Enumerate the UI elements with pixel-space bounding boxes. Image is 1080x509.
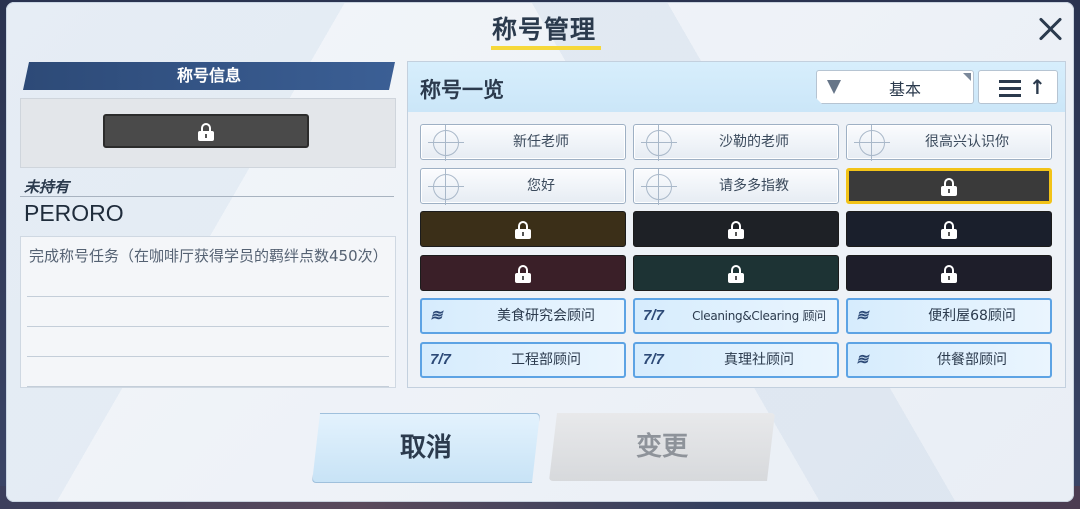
lock-icon — [198, 123, 214, 141]
title-item-label: 新任老师 — [513, 134, 569, 150]
lock-icon — [728, 221, 744, 239]
title-item[interactable]: ≋ 美食研究会顾问 — [420, 298, 626, 334]
title-item-label: 请多多指教 — [719, 177, 789, 194]
title-item[interactable]: ≋ 便利屋68顾问 — [846, 298, 1052, 334]
title-item-label: 供餐部顾问 — [937, 351, 1007, 368]
lock-icon — [728, 264, 744, 283]
lock-icon — [941, 177, 957, 196]
title-info-header: 称号信息 — [23, 62, 395, 90]
title-description: 完成称号任务（在咖啡厅获得学员的羁绊点数450次） — [29, 247, 388, 265]
title-underline — [491, 46, 601, 50]
title-item[interactable]: 新任老师 — [420, 124, 626, 161]
title-item-label: 很高兴认识你 — [925, 134, 1009, 150]
club-logo-icon: 7/7 — [430, 350, 451, 368]
title-item[interactable] — [846, 211, 1052, 247]
title-item-label: 您好 — [527, 177, 555, 194]
crosshair-icon — [428, 125, 464, 161]
title-preview — [20, 98, 396, 168]
title-item[interactable]: 7/7 真理社顾问 — [633, 341, 839, 378]
club-logo-icon: 7/7 — [643, 350, 664, 368]
modal-title: 称号管理 — [491, 15, 596, 44]
title-list-heading: 称号一览 — [420, 78, 504, 102]
title-item[interactable]: 很高兴认识你 — [846, 124, 1052, 161]
filter-dropdown[interactable]: 基本 — [816, 70, 974, 104]
crosshair-icon — [428, 168, 464, 205]
filter-label: 基本 — [888, 80, 921, 99]
title-item[interactable]: 请多多指教 — [633, 167, 839, 205]
title-description-box: 完成称号任务（在咖啡厅获得学员的羁绊点数450次） — [20, 236, 396, 388]
change-button[interactable]: 变更 — [549, 413, 775, 481]
title-item-label: 沙勒的老师 — [719, 134, 789, 150]
cancel-button[interactable]: 取消 — [312, 413, 540, 483]
title-item[interactable] — [846, 167, 1052, 204]
lock-icon — [941, 221, 957, 239]
lock-icon — [941, 264, 957, 283]
lock-icon — [515, 221, 531, 239]
title-item[interactable]: 沙勒的老师 — [633, 124, 839, 161]
close-icon[interactable] — [1034, 12, 1068, 46]
title-item[interactable] — [420, 254, 626, 291]
sort-button[interactable]: ↑ — [978, 70, 1058, 104]
crosshair-icon — [641, 168, 677, 205]
club-logo-icon: ≋ — [856, 307, 869, 324]
divider — [20, 196, 394, 197]
title-item-label: 美食研究会顾问 — [497, 308, 595, 324]
title-item[interactable] — [633, 254, 839, 291]
club-logo-icon: 7/7 — [643, 307, 664, 324]
current-title-plate — [103, 114, 309, 148]
crosshair-icon — [641, 125, 677, 161]
sort-icon — [999, 80, 1021, 101]
club-logo-icon: ≋ — [430, 307, 443, 324]
club-logo-icon: ≋ — [856, 350, 869, 368]
title-item-label: 真理社顾问 — [724, 351, 794, 368]
title-item[interactable]: 7/7 Cleaning&Clearing 顾问 — [633, 298, 839, 334]
title-item-label: 便利屋68顾问 — [928, 308, 1016, 324]
title-item[interactable]: 7/7 工程部顾问 — [420, 341, 626, 378]
title-name: PERORO — [24, 200, 124, 226]
title-item[interactable]: 您好 — [420, 167, 626, 205]
sort-arrow: ↑ — [1029, 75, 1046, 99]
ownership-status: 未持有 — [24, 178, 70, 196]
title-item-label: 工程部顾问 — [511, 351, 581, 368]
title-management-modal: 称号管理 称号信息 未持有 PERORO 完成称号任务（在咖啡厅获得学员的羁绊点… — [6, 2, 1074, 502]
title-item[interactable] — [846, 254, 1052, 291]
title-item[interactable]: ≋ 供餐部顾问 — [846, 341, 1052, 378]
crosshair-icon — [854, 125, 890, 161]
title-item[interactable] — [420, 211, 626, 247]
title-list-panel: 称号一览 基本 ↑ 新任老师 沙勒的老师 很高兴认识你您好 请多多指教 ≋ 美食研究会顾问… — [407, 61, 1066, 388]
title-list-header: 称号一览 基本 ↑ — [408, 62, 1065, 112]
lock-icon — [515, 264, 531, 283]
title-item[interactable] — [633, 211, 839, 247]
description-lines — [27, 267, 389, 387]
title-item-label: Cleaning&Clearing 顾问 — [692, 309, 826, 323]
